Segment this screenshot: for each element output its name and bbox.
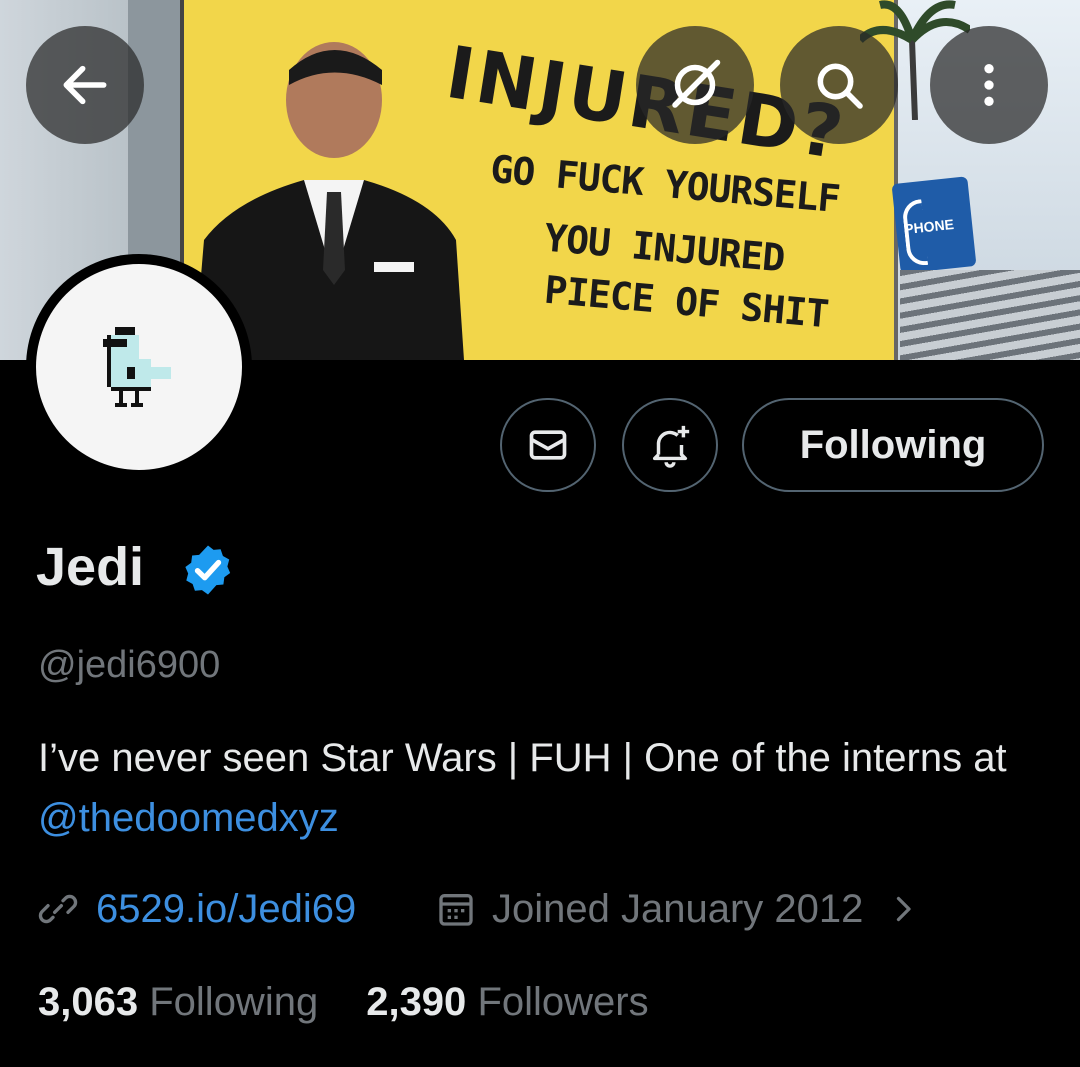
- grok-icon: [672, 59, 721, 108]
- avatar: [36, 264, 242, 470]
- back-button[interactable]: [26, 26, 144, 144]
- bio-text: I’ve never seen Star Wars | FUH | One of…: [38, 736, 1007, 780]
- followers-label: Followers: [477, 980, 649, 1024]
- followers-stat[interactable]: 2,390 Followers: [366, 980, 648, 1025]
- search-button[interactable]: [780, 26, 898, 144]
- website-row[interactable]: 6529.io/Jedi69: [38, 884, 356, 934]
- following-stat[interactable]: 3,063 Following: [38, 980, 318, 1025]
- grok-button[interactable]: [636, 26, 754, 144]
- arrow-left-icon: [63, 65, 107, 105]
- calendar-icon: [439, 894, 473, 926]
- billboard-line-3: PIECE OF SHIT: [542, 267, 830, 337]
- more-button[interactable]: [930, 26, 1048, 144]
- joined-row[interactable]: Joined January 2012: [436, 884, 921, 934]
- link-icon: [38, 894, 78, 924]
- envelope-icon: [529, 430, 567, 460]
- notify-button[interactable]: [622, 398, 718, 492]
- profile-stats: 3,063 Following 2,390 Followers: [38, 980, 649, 1025]
- search-icon: [817, 63, 863, 109]
- following-button[interactable]: Following: [742, 398, 1044, 492]
- message-button[interactable]: [500, 398, 596, 492]
- verified-badge-icon[interactable]: [180, 542, 236, 598]
- bell-plus-icon: [652, 425, 690, 468]
- following-label: Following: [149, 980, 319, 1024]
- pixel-bird-avatar-icon: [103, 327, 171, 407]
- joined-date: Joined January 2012: [492, 886, 864, 931]
- phone-sign: PHONE: [891, 176, 977, 274]
- profile-handle: @jedi6900: [38, 644, 221, 686]
- website-link[interactable]: 6529.io/Jedi69: [96, 887, 356, 932]
- chevron-right-icon[interactable]: [885, 891, 921, 927]
- awning: [900, 270, 1080, 360]
- bio-mention-link[interactable]: @thedoomedxyz: [38, 796, 339, 840]
- following-count: 3,063: [38, 980, 139, 1024]
- more-vertical-icon: [984, 64, 994, 106]
- profile-avatar[interactable]: [26, 254, 252, 480]
- followers-count: 2,390: [366, 980, 467, 1024]
- profile-bio: I’ve never seen Star Wars | FUH | One of…: [38, 728, 1038, 848]
- profile-name: Jedi: [36, 537, 145, 597]
